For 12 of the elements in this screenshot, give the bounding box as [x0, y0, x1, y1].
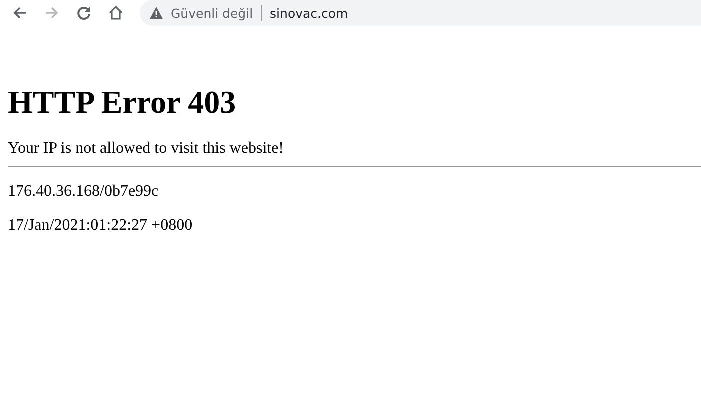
error-message: Your IP is not allowed to visit this website!: [8, 139, 286, 159]
address-bar[interactable]: Güvenli değil sinovac.com: [140, 0, 701, 26]
detail-text: 17/Jan/2021:01:22:27 +0800: [8, 217, 194, 235]
security-label: Güvenli değil: [171, 6, 254, 20]
detail-text: 176.40.36.168/0b7e99c: [8, 183, 160, 201]
home-icon: [108, 5, 124, 21]
warning-icon: [150, 7, 163, 19]
back-arrow-icon: [12, 5, 28, 21]
forward-arrow-icon: [44, 5, 60, 21]
url-text: sinovac.com: [270, 6, 348, 20]
error-heading: HTTP Error 403: [8, 84, 238, 121]
reload-icon: [76, 5, 92, 21]
